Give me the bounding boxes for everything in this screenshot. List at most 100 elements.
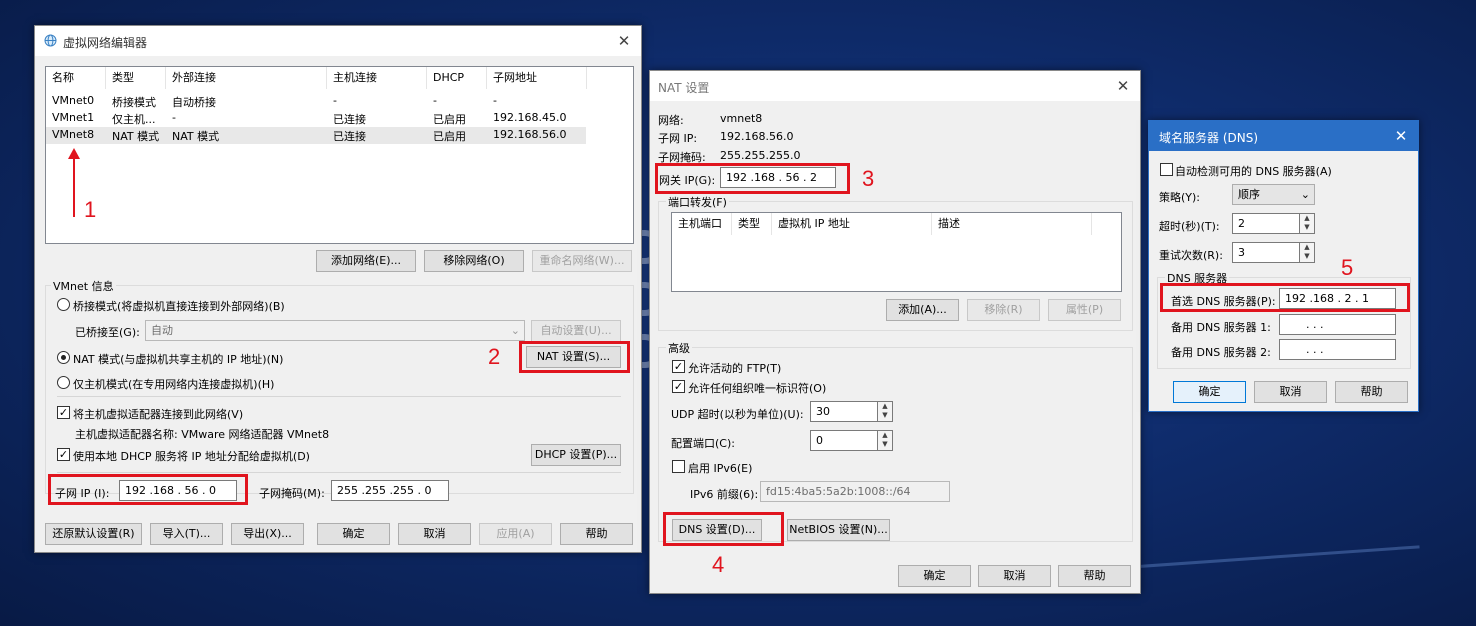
- udp-timeout-label: UDP 超时(以秒为单位)(U):: [671, 408, 804, 421]
- subnet-ip-label: 子网 IP:: [658, 132, 698, 145]
- remove-button[interactable]: 移除(R): [967, 299, 1040, 321]
- use-dhcp-label: 使用本地 DHCP 服务将 IP 地址分配给虚拟机(D): [73, 450, 310, 463]
- ok-button[interactable]: 确定: [1173, 381, 1246, 403]
- cancel-button[interactable]: 取消: [1254, 381, 1327, 403]
- restore-defaults-button[interactable]: 还原默认设置(R): [45, 523, 142, 545]
- close-icon[interactable]: ✕: [1114, 77, 1132, 95]
- retries-label: 重试次数(R):: [1159, 249, 1223, 262]
- help-button[interactable]: 帮助: [1058, 565, 1131, 587]
- col-header[interactable]: 主机连接: [327, 67, 427, 89]
- col-header[interactable]: 类型: [106, 67, 166, 89]
- alt-dns-1-field[interactable]: . . .: [1279, 314, 1396, 335]
- export-button[interactable]: 导出(X)...: [231, 523, 304, 545]
- col-header[interactable]: 类型: [732, 213, 772, 235]
- allow-oui-checkbox[interactable]: ✓: [672, 380, 685, 393]
- port-forward-list[interactable]: 主机端口 类型 虚拟机 IP 地址 描述: [671, 212, 1122, 292]
- annotation-3: 3: [862, 166, 875, 191]
- close-icon[interactable]: ✕: [1392, 127, 1410, 145]
- host-only-label: 仅主机模式(在专用网络内连接虚拟机)(H): [73, 378, 275, 391]
- title-bar: 虚拟网络编辑器 ✕: [35, 26, 641, 56]
- policy-select[interactable]: 顺序 ⌄: [1232, 184, 1315, 205]
- annotation-box-5: [1160, 283, 1410, 312]
- use-dhcp-checkbox[interactable]: ✓: [57, 448, 70, 461]
- config-port-label: 配置端口(C):: [671, 437, 735, 450]
- table-row-selected[interactable]: VMnet8 NAT 模式 NAT 模式 已连接 已启用 192.168.56.…: [46, 127, 586, 144]
- host-only-radio[interactable]: [57, 376, 70, 389]
- nat-settings-window: NAT 设置 ✕ 网络: vmnet8 子网 IP: 192.168.56.0 …: [649, 70, 1141, 594]
- table-row[interactable]: VMnet0 桥接模式 自动桥接 - - -: [46, 93, 586, 110]
- connect-adapter-checkbox[interactable]: ✓: [57, 406, 70, 419]
- ok-button[interactable]: 确定: [898, 565, 971, 587]
- help-button[interactable]: 帮助: [560, 523, 633, 545]
- udp-timeout-spinner[interactable]: ▲ ▼: [878, 401, 893, 422]
- window-title: NAT 设置: [658, 81, 710, 95]
- alt-dns-2-label: 备用 DNS 服务器 2:: [1171, 346, 1271, 359]
- alt-dns-1-label: 备用 DNS 服务器 1:: [1171, 321, 1271, 334]
- col-header[interactable]: 主机端口: [672, 213, 732, 235]
- retries-field[interactable]: 3: [1232, 242, 1300, 263]
- add-network-button[interactable]: 添加网络(E)...: [316, 250, 416, 272]
- network-label: 网络:: [658, 114, 684, 127]
- col-header[interactable]: DHCP: [427, 67, 487, 89]
- network-list[interactable]: 名称 类型 外部连接 主机连接 DHCP 子网地址 VMnet0 桥接模式 自动…: [45, 66, 634, 244]
- subnet-mask-label: 子网掩码(M):: [259, 487, 325, 500]
- connect-adapter-label: 将主机虚拟适配器连接到此网络(V): [73, 408, 244, 421]
- annotation-box-subnet: [48, 474, 248, 505]
- dns-window: 域名服务器 (DNS) ✕ 自动检测可用的 DNS 服务器(A) 策略(Y): …: [1148, 120, 1419, 412]
- title-bar: NAT 设置 ✕: [650, 71, 1140, 101]
- rename-network-button[interactable]: 重命名网络(W)...: [532, 250, 632, 272]
- col-header[interactable]: 虚拟机 IP 地址: [772, 213, 932, 235]
- window-title: 虚拟网络编辑器: [63, 36, 148, 50]
- col-header[interactable]: 描述: [932, 213, 1092, 235]
- bridged-to-label: 已桥接至(G):: [75, 326, 140, 339]
- bridged-to-select[interactable]: 自动 ⌄: [145, 320, 525, 341]
- alt-dns-2-field[interactable]: . . .: [1279, 339, 1396, 360]
- cancel-button[interactable]: 取消: [978, 565, 1051, 587]
- annotation-arrow-icon: [68, 148, 80, 217]
- config-port-field[interactable]: 0: [810, 430, 878, 451]
- separator: [57, 396, 621, 397]
- help-button[interactable]: 帮助: [1335, 381, 1408, 403]
- auto-detect-checkbox[interactable]: [1160, 163, 1173, 176]
- subnet-ip-value: 192.168.56.0: [720, 130, 794, 143]
- close-icon[interactable]: ✕: [615, 32, 633, 50]
- config-port-spinner[interactable]: ▲ ▼: [878, 430, 893, 451]
- properties-button[interactable]: 属性(P): [1048, 299, 1121, 321]
- ipv6-prefix-label: IPv6 前缀(6):: [690, 488, 759, 501]
- table-row[interactable]: VMnet1 仅主机... - 已连接 已启用 192.168.45.0: [46, 110, 586, 127]
- bridge-mode-label: 桥接模式(将虚拟机直接连接到外部网络)(B): [73, 300, 285, 313]
- udp-timeout-field[interactable]: 30: [810, 401, 878, 422]
- add-button[interactable]: 添加(A)...: [886, 299, 959, 321]
- import-button[interactable]: 导入(T)...: [150, 523, 223, 545]
- retries-spinner[interactable]: ▲ ▼: [1300, 242, 1315, 263]
- annotation-box-3: [655, 163, 850, 194]
- ok-button[interactable]: 确定: [317, 523, 390, 545]
- nat-mode-radio[interactable]: [57, 351, 70, 364]
- auto-settings-button[interactable]: 自动设置(U)...: [531, 320, 621, 342]
- separator: [57, 472, 621, 473]
- allow-oui-label: 允许任何组织唯一标识符(O): [688, 382, 827, 395]
- annotation-4: 4: [712, 552, 725, 577]
- col-header[interactable]: 子网地址: [487, 67, 587, 89]
- allow-ftp-checkbox[interactable]: ✓: [672, 360, 685, 373]
- chevron-down-icon: ⌄: [1300, 188, 1310, 201]
- vmnet-info-label: VMnet 信息: [51, 278, 116, 294]
- col-header[interactable]: 名称: [46, 67, 106, 89]
- annotation-5: 5: [1341, 255, 1354, 280]
- ipv6-prefix-field[interactable]: fd15:4ba5:5a2b:1008::/64: [760, 481, 950, 502]
- timeout-spinner[interactable]: ▲ ▼: [1300, 213, 1315, 234]
- policy-label: 策略(Y):: [1159, 191, 1201, 204]
- dhcp-settings-button[interactable]: DHCP 设置(P)...: [531, 444, 621, 466]
- timeout-field[interactable]: 2: [1232, 213, 1300, 234]
- enable-ipv6-checkbox[interactable]: [672, 460, 685, 473]
- auto-detect-label: 自动检测可用的 DNS 服务器(A): [1175, 165, 1332, 178]
- remove-network-button[interactable]: 移除网络(O): [424, 250, 524, 272]
- netbios-settings-button[interactable]: NetBIOS 设置(N)...: [787, 519, 890, 541]
- subnet-mask-field[interactable]: 255 .255 .255 . 0: [331, 480, 449, 501]
- annotation-2: 2: [488, 344, 501, 369]
- timeout-label: 超时(秒)(T):: [1159, 220, 1220, 233]
- cancel-button[interactable]: 取消: [398, 523, 471, 545]
- bridge-mode-radio[interactable]: [57, 298, 70, 311]
- col-header[interactable]: 外部连接: [166, 67, 327, 89]
- apply-button[interactable]: 应用(A): [479, 523, 552, 545]
